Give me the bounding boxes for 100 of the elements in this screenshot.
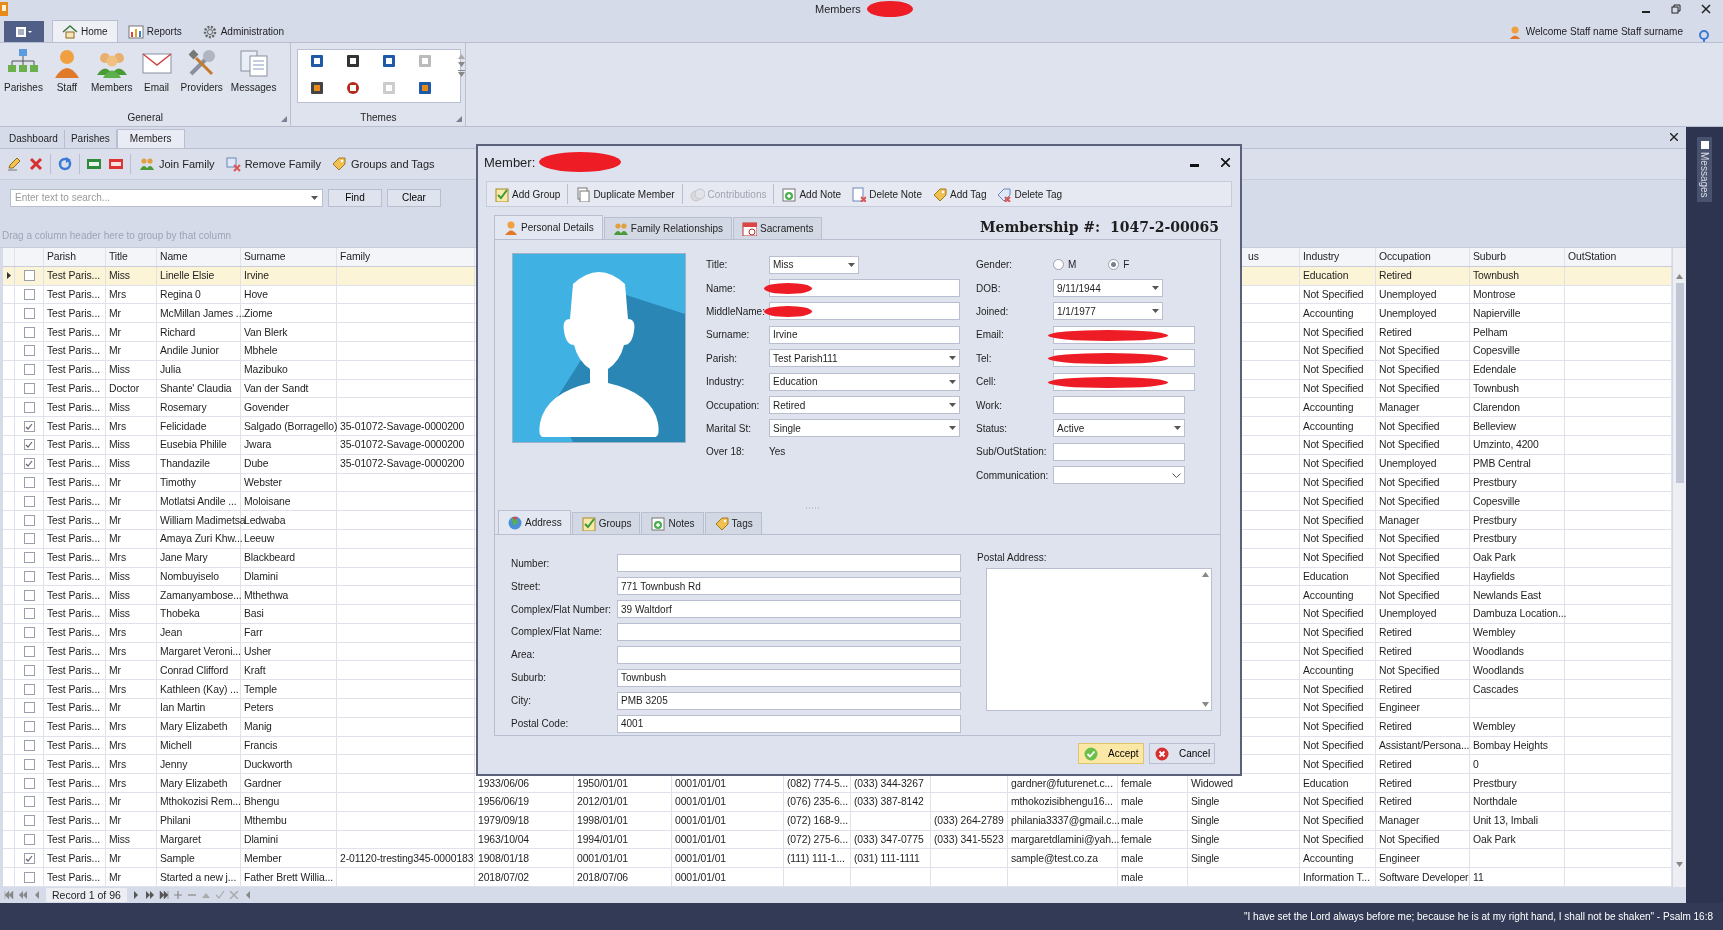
table-cell: Woodlands bbox=[1473, 646, 1524, 658]
table-cell: Dlamini bbox=[244, 570, 278, 582]
table-cell: Temple bbox=[244, 683, 277, 695]
table-cell: Unemployed bbox=[1379, 608, 1437, 620]
field-label: Postal Code: bbox=[511, 718, 570, 730]
table-cell: Copesville bbox=[1473, 345, 1520, 357]
table-cell: Sample bbox=[160, 852, 195, 864]
table-cell: Test Paris... bbox=[47, 834, 100, 846]
table-cell: (031) 111-1111 bbox=[854, 852, 920, 864]
table-cell: female bbox=[1121, 834, 1152, 846]
table-cell: Mr bbox=[109, 533, 121, 545]
table-cell: Bombay Heights bbox=[1473, 740, 1548, 752]
table-cell: Retired bbox=[1379, 758, 1412, 770]
table-cell: Van Blerk bbox=[244, 326, 288, 338]
field-label: Postal Address: bbox=[977, 551, 1048, 563]
table-cell: Test Paris... bbox=[47, 589, 100, 601]
table-cell: Bhengu bbox=[244, 796, 280, 808]
table-cell: 1979/09/18 bbox=[478, 815, 529, 827]
table-cell: Mthethwa bbox=[244, 589, 289, 601]
table-cell: Test Paris... bbox=[47, 364, 100, 376]
table-cell: Philani bbox=[160, 815, 191, 827]
table-cell: Retired bbox=[1379, 777, 1412, 789]
table-cell: Timothy bbox=[160, 476, 196, 488]
table-cell: Education bbox=[1303, 570, 1349, 582]
field-label: Name: bbox=[706, 282, 737, 294]
table-cell: Information T... bbox=[1303, 871, 1370, 883]
table-cell: Mr bbox=[109, 307, 121, 319]
table-cell: male bbox=[1121, 871, 1144, 883]
table-cell: Test Paris... bbox=[47, 326, 100, 338]
table-cell: (072) 168-9... bbox=[787, 815, 848, 827]
table-cell: Not Specified bbox=[1379, 439, 1440, 451]
table-cell: Single bbox=[1191, 796, 1220, 808]
table-cell: Not Specified bbox=[1379, 664, 1440, 676]
table-cell: Edendale bbox=[1473, 364, 1517, 376]
field-label: Title: bbox=[706, 259, 729, 271]
table-cell: Rosemary bbox=[160, 401, 207, 413]
table-cell: Unemployed bbox=[1379, 307, 1437, 319]
table-cell: Test Paris... bbox=[47, 420, 100, 432]
table-cell: Mr bbox=[109, 796, 121, 808]
table-cell: Salgado (Borragello) bbox=[244, 420, 338, 432]
table-cell: male bbox=[1121, 852, 1144, 864]
table-cell: McMillan James ... bbox=[160, 307, 245, 319]
table-cell: Dlamini bbox=[244, 834, 278, 846]
table-cell: Not Specified bbox=[1303, 326, 1364, 338]
table-cell: sample@test.co.za bbox=[1011, 852, 1098, 864]
field-label: Street: bbox=[511, 580, 542, 592]
table-cell: Andile Junior bbox=[160, 345, 219, 357]
table-cell: 1950/01/01 bbox=[577, 777, 628, 789]
table-cell: Not Specified bbox=[1379, 533, 1440, 545]
table-cell: Retired bbox=[1379, 270, 1412, 282]
table-cell: (033) 264-2789 bbox=[934, 815, 1004, 827]
table-cell: Ledwaba bbox=[244, 514, 286, 526]
table-cell: Margaret Veroni... bbox=[160, 646, 241, 658]
table-cell: Zamanyambose... bbox=[160, 589, 242, 601]
table-cell: Mrs bbox=[109, 288, 126, 300]
table-cell: Test Paris... bbox=[47, 758, 100, 770]
table-cell: Mazibuko bbox=[244, 364, 288, 376]
table-cell: Kraft bbox=[244, 664, 266, 676]
table-cell: Not Specified bbox=[1379, 420, 1440, 432]
table-cell: 0 bbox=[1473, 758, 1479, 770]
table-cell: Kathleen (Kay) ... bbox=[160, 683, 239, 695]
table-cell: male bbox=[1121, 796, 1144, 808]
table-cell: Single bbox=[1191, 815, 1220, 827]
table-cell: Mrs bbox=[109, 683, 126, 695]
table-cell: Prestbury bbox=[1473, 476, 1517, 488]
table-cell: Not Specified bbox=[1379, 495, 1440, 507]
table-cell: Shante' Claudia bbox=[160, 382, 232, 394]
table-cell: Test Paris... bbox=[47, 608, 100, 620]
table-cell: Townbush bbox=[1473, 382, 1519, 394]
table-cell: Accounting bbox=[1303, 852, 1354, 864]
table-cell: Not Specified bbox=[1379, 570, 1440, 582]
radio-label: F bbox=[1123, 259, 1130, 271]
table-cell: Copesville bbox=[1473, 495, 1520, 507]
table-cell: Miss bbox=[109, 608, 130, 620]
field-label: Complex/Flat Name: bbox=[511, 626, 604, 638]
table-cell: Leeuw bbox=[244, 533, 275, 545]
table-cell: 0001/01/01 bbox=[675, 777, 726, 789]
table-cell: Test Paris... bbox=[47, 439, 100, 451]
table-cell: Single bbox=[1191, 834, 1220, 846]
table-cell: Jenny bbox=[160, 758, 188, 770]
table-cell: Ziome bbox=[244, 307, 273, 319]
table-cell: 35-01072-Savage-0000200 bbox=[340, 439, 465, 451]
table-cell: Thandazile bbox=[160, 458, 210, 470]
table-cell: Dube bbox=[244, 458, 269, 470]
table-cell: (082) 774-5... bbox=[787, 777, 848, 789]
field-label: Joined: bbox=[976, 305, 1010, 317]
table-cell: PMB Central bbox=[1473, 458, 1531, 470]
status-quote: "I have set the Lord always before me; because he is at my right hand, I shall not be shaken" - Psalm 16:8 bbox=[1243, 911, 1713, 922]
table-cell: Not Specified bbox=[1303, 439, 1364, 451]
table-cell: Richard bbox=[160, 326, 196, 338]
table-cell: Jwara bbox=[244, 439, 272, 451]
table-cell: Mary Elizabeth bbox=[160, 721, 228, 733]
table-cell: male bbox=[1121, 815, 1144, 827]
table-cell: margaretdlamini@yah... bbox=[1011, 834, 1120, 846]
table-cell: Retired bbox=[1379, 627, 1412, 639]
table-cell: Not Specified bbox=[1303, 758, 1364, 770]
table-cell: Not Specified bbox=[1303, 458, 1364, 470]
table-cell: Oak Park bbox=[1473, 834, 1516, 846]
table-cell: Test Paris... bbox=[47, 307, 100, 319]
group-label: General bbox=[126, 111, 164, 125]
